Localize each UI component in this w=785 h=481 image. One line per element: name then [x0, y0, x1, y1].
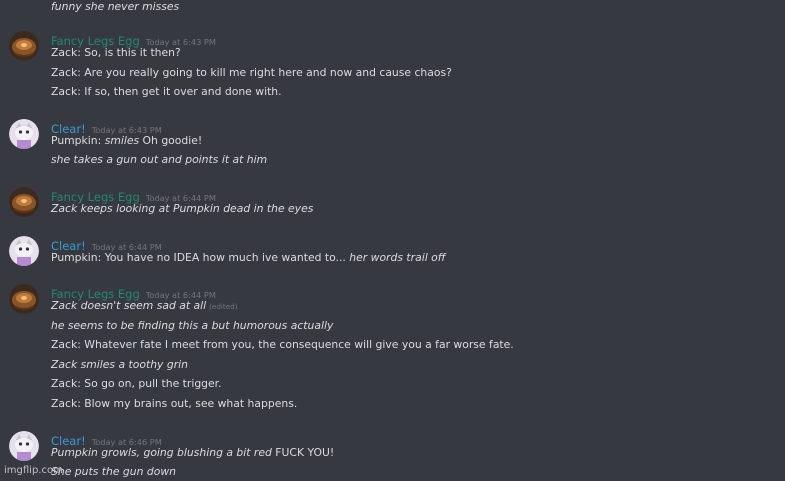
avatar-egg-icon[interactable]: [9, 31, 39, 61]
message-text: Zack smiles a toothy grin: [51, 358, 189, 371]
message-text: Zack: So go on, pull the trigger.: [51, 377, 222, 390]
avatar-egg-icon[interactable]: [9, 187, 39, 217]
avatar-cat-icon[interactable]: [9, 236, 39, 266]
message-text: Zack: Whatever fate I meet from you, the…: [51, 338, 514, 351]
message-text: Zack keeps looking at Pumpkin dead in th…: [51, 202, 314, 215]
message-text: funny she never misses: [51, 0, 180, 13]
message-text: Pumpkin: You have no IDEA how much ive w…: [51, 251, 446, 264]
message-text: she takes a gun out and points it at him: [51, 153, 268, 166]
message-text: he seems to be finding this a but humoro…: [51, 319, 334, 332]
message-text: Zack: Blow my brains out, see what happe…: [51, 397, 298, 410]
message-text: She puts the gun down: [51, 465, 177, 478]
message-text: Zack: So, is this it then?: [51, 46, 181, 59]
edited-label: (edited): [209, 302, 238, 311]
avatar-cat-icon[interactable]: [9, 431, 39, 461]
avatar-egg-icon[interactable]: [9, 284, 39, 314]
avatar-cat-icon[interactable]: [9, 119, 39, 149]
watermark: imgflip.com: [4, 465, 63, 476]
message-text: Zack: Are you really going to kill me ri…: [51, 66, 452, 79]
message-text: Zack doesn't seem sad at all (edited): [51, 299, 238, 312]
message-text: Pumpkin growls, going blushing a bit red…: [51, 446, 335, 459]
message-text: Pumpkin: smiles Oh goodie!: [51, 134, 203, 147]
message-text: Zack: If so, then get it over and done w…: [51, 85, 282, 98]
chat-message-list[interactable]: funny she never misses Fancy Legs Egg Tod…: [0, 0, 785, 481]
